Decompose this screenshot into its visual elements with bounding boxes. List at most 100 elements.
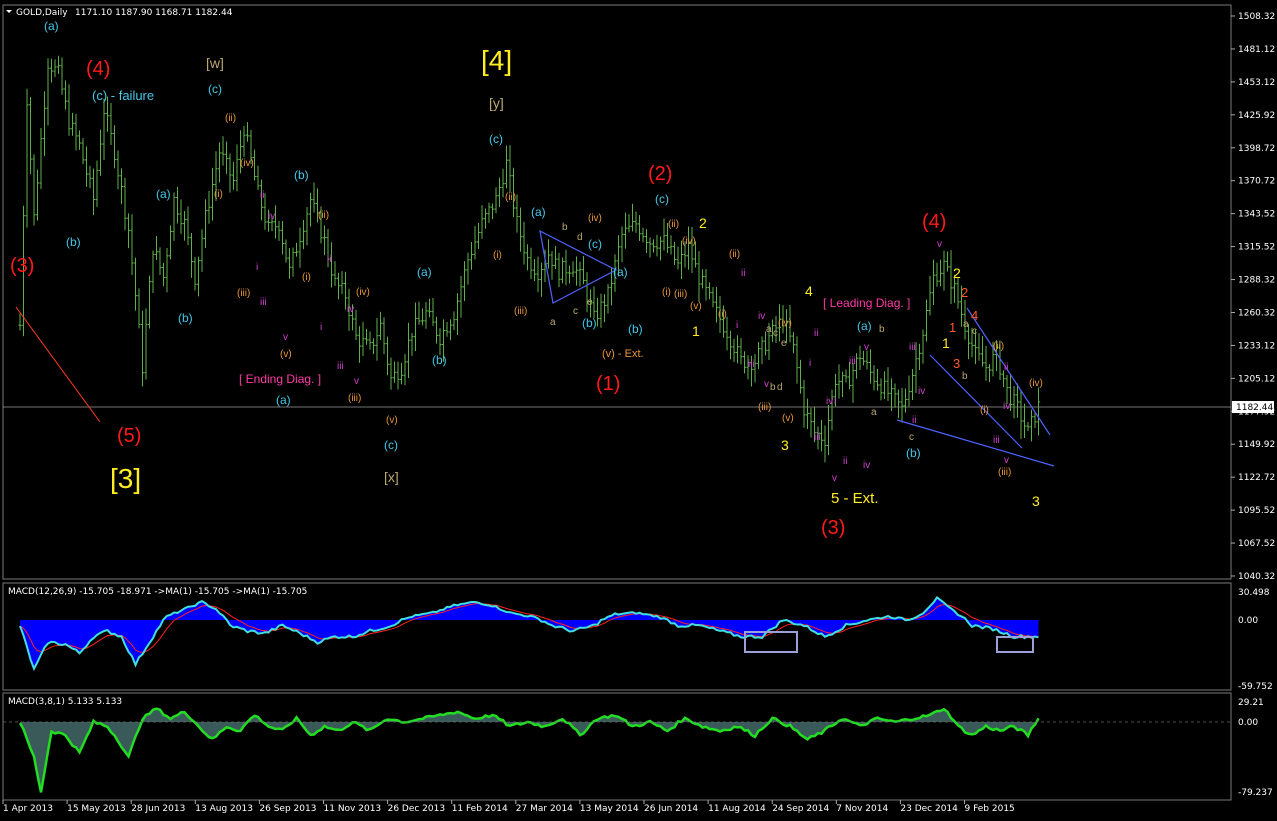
- wave-label: [y]: [489, 95, 504, 111]
- wave-label: (c): [588, 237, 602, 251]
- wave-label: (c): [208, 82, 222, 96]
- current-price-label: 1182.44: [1236, 403, 1273, 413]
- wave-label: (iii): [514, 306, 527, 317]
- wave-label: (a): [857, 319, 872, 333]
- wave-label: ii: [843, 456, 847, 467]
- wave-label: (ii): [318, 210, 329, 221]
- wave-label: ii: [814, 328, 818, 339]
- wave-label: (2): [648, 163, 672, 185]
- wave-label: e: [781, 338, 787, 349]
- osc-tick-label: -79.237: [1238, 788, 1273, 798]
- wave-label: [w]: [206, 55, 224, 71]
- wave-label: 1: [692, 323, 700, 339]
- osc-tick-label: 29.21: [1238, 698, 1264, 708]
- wave-label: (i): [662, 287, 671, 298]
- wave-label: (i): [718, 309, 727, 320]
- wave-label: (b): [432, 353, 447, 367]
- time-tick-label: 9 Feb 2015: [965, 804, 1015, 814]
- price-tick-label: 1481.12: [1238, 45, 1275, 55]
- wave-label: (a): [156, 187, 171, 201]
- wave-label: ii: [327, 254, 331, 265]
- wave-label: b: [770, 382, 776, 393]
- wave-label: 5 - Ext.: [831, 490, 879, 507]
- time-tick-label: 7 Nov 2014: [836, 804, 888, 814]
- wave-label: iv: [826, 396, 833, 407]
- wave-label: (iii): [348, 393, 361, 404]
- wave-label: v: [283, 332, 288, 343]
- wave-label: iv: [347, 304, 354, 315]
- price-tick-label: 1149.92: [1238, 440, 1275, 450]
- price-tick-label: 1205.12: [1238, 374, 1275, 384]
- wave-label: (3): [821, 517, 845, 539]
- wave-label: 2: [953, 265, 961, 281]
- price-tick-label: 1398.72: [1238, 144, 1275, 154]
- wave-label: (b): [628, 322, 643, 336]
- chart-background: [0, 0, 1277, 821]
- wave-label: iii: [337, 361, 344, 372]
- wave-label: (i): [214, 189, 223, 200]
- wave-label: (iii): [998, 467, 1011, 478]
- wave-label: (ii): [729, 249, 740, 260]
- price-tick-label: 1122.72: [1238, 473, 1275, 483]
- osc-title: MACD(3,8,1) 5.133 5.133: [8, 697, 122, 707]
- wave-label: [4]: [481, 45, 512, 76]
- wave-label: a: [550, 317, 556, 328]
- wave-label: i: [256, 262, 258, 273]
- wave-label: 2: [699, 215, 707, 231]
- wave-label: [ Leading Diag. ]: [823, 296, 910, 310]
- wave-label: (i): [980, 405, 989, 416]
- wave-label: (iv): [1029, 378, 1043, 389]
- wave-label: iii: [909, 342, 916, 353]
- wave-label: v: [1004, 455, 1009, 466]
- wave-label: (iv): [240, 158, 254, 169]
- wave-label: [ Ending Diag. ]: [239, 372, 321, 386]
- wave-label: 3: [1032, 493, 1040, 509]
- wave-label: (iv): [588, 213, 602, 224]
- wave-label: d: [577, 232, 583, 243]
- wave-label: ii: [1004, 362, 1008, 373]
- wave-label: c: [573, 306, 578, 317]
- wave-label: (v): [280, 349, 292, 360]
- wave-label: iii: [993, 435, 1000, 446]
- osc-tick-label: 0.00: [1238, 718, 1258, 728]
- wave-label: (ii): [505, 192, 516, 203]
- wave-label: iii: [748, 359, 755, 370]
- wave-label: v: [864, 342, 869, 353]
- wave-label: b: [562, 222, 568, 233]
- macd-tick-label: 0.00: [1238, 616, 1258, 626]
- time-tick-label: 11 Aug 2014: [708, 804, 766, 814]
- time-tick-label: 26 Dec 2013: [388, 804, 446, 814]
- wave-label: 1: [942, 335, 950, 351]
- wave-label: d: [777, 382, 783, 393]
- price-tick-label: 1453.12: [1238, 78, 1275, 88]
- price-tick-label: 1260.32: [1238, 308, 1275, 318]
- wave-label: a: [871, 407, 877, 418]
- wave-label: (a): [44, 19, 59, 33]
- wave-label: (b): [294, 168, 309, 182]
- price-tick-label: 1370.72: [1238, 177, 1275, 187]
- wave-label: iii: [849, 356, 856, 367]
- wave-label: (i): [302, 272, 311, 283]
- wave-label: i: [834, 396, 836, 407]
- time-tick-label: 26 Jun 2014: [644, 804, 698, 814]
- wave-label: (iv): [778, 318, 792, 329]
- time-tick-label: 13 Aug 2013: [195, 804, 253, 814]
- wave-label: iv: [758, 311, 765, 322]
- time-tick-label: 1 Apr 2013: [3, 804, 53, 814]
- wave-label: (v): [386, 415, 398, 426]
- price-chart: GOLD,Daily 1171.10 1187.90 1168.71 1182.…: [0, 0, 1277, 821]
- wave-label: iii: [814, 432, 821, 443]
- price-tick-label: 1343.52: [1238, 210, 1275, 220]
- wave-label: iv: [268, 211, 275, 222]
- wave-label: (b): [178, 311, 193, 325]
- wave-label: (c): [489, 132, 503, 146]
- wave-label: (iii): [758, 402, 771, 413]
- price-tick-label: 1508.32: [1238, 12, 1275, 22]
- wave-label: (v): [782, 413, 794, 424]
- macd-title: MACD(12,26,9) -15.705 -18.971 ->MA(1) -1…: [8, 587, 307, 597]
- wave-label: iv: [1003, 401, 1010, 412]
- wave-label: v: [764, 379, 769, 390]
- time-tick-label: 11 Feb 2014: [452, 804, 508, 814]
- time-tick-label: 15 May 2013: [67, 804, 126, 814]
- ohlc-values: 1171.10 1187.90 1168.71 1182.44: [75, 8, 233, 18]
